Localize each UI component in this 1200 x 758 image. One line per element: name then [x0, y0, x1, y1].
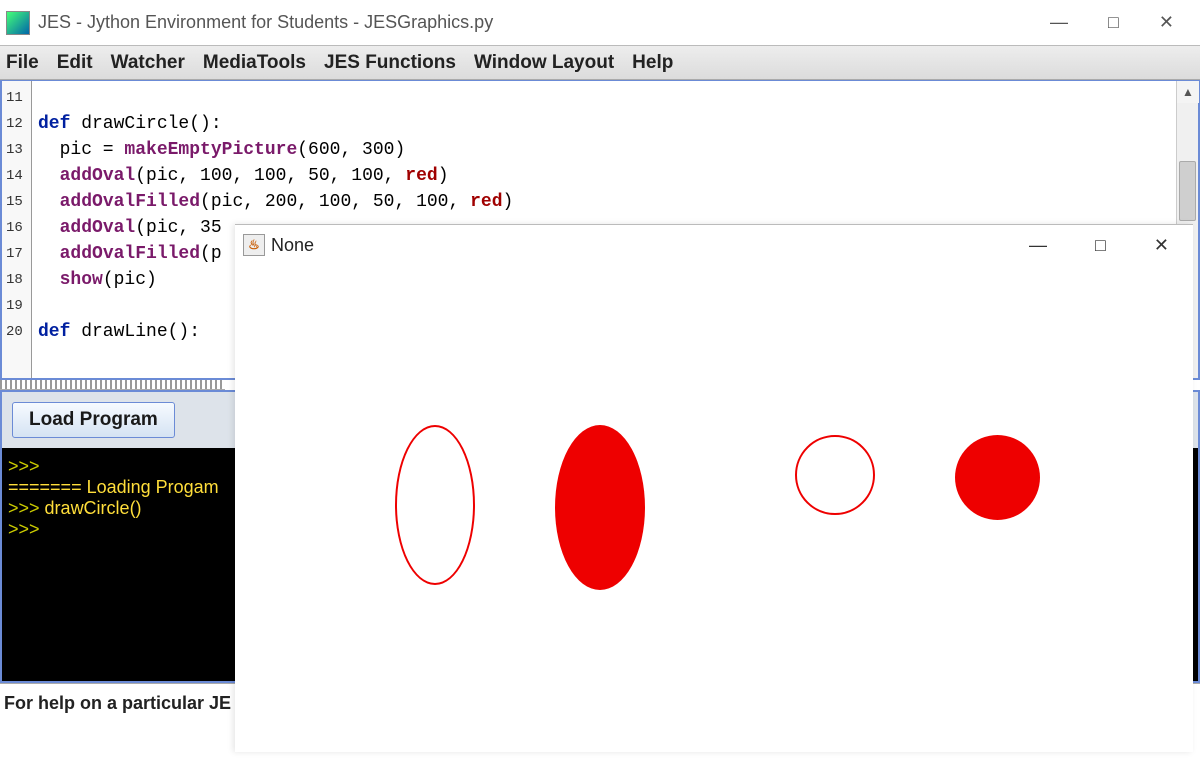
menu-jes-functions[interactable]: JES Functions	[324, 52, 456, 74]
code-line: pic = makeEmptyPicture(600, 300)	[38, 137, 1192, 163]
line-num: 16	[2, 215, 31, 241]
line-gutter: 11 12 13 14 15 16 17 18 19 20	[2, 81, 32, 378]
oval-outline-1	[395, 425, 475, 585]
java-icon: ♨	[243, 234, 265, 256]
status-text: For help on a particular JE	[4, 693, 231, 714]
oval-outline-2	[795, 435, 875, 515]
code-line	[38, 85, 1192, 111]
app-icon	[6, 11, 30, 35]
prompt: >>>	[8, 498, 45, 518]
image-window: ♨ None — □ ✕	[235, 224, 1193, 752]
window-controls: — □ ✕	[1050, 12, 1194, 33]
line-num: 15	[2, 189, 31, 215]
picture-canvas	[235, 265, 1193, 752]
menu-bar: File Edit Watcher MediaTools JES Functio…	[0, 45, 1200, 80]
popup-minimize-button[interactable]: —	[1029, 235, 1047, 256]
line-num: 11	[2, 85, 31, 111]
close-button[interactable]: ✕	[1159, 12, 1174, 33]
line-num: 20	[2, 319, 31, 345]
code-line: addOvalFilled(pic, 200, 100, 50, 100, re…	[38, 189, 1192, 215]
scroll-thumb[interactable]	[1179, 161, 1196, 221]
scroll-up-icon[interactable]: ▲	[1177, 81, 1199, 103]
line-num: 12	[2, 111, 31, 137]
popup-title: None	[271, 235, 314, 256]
menu-window-layout[interactable]: Window Layout	[474, 52, 614, 74]
line-num: 17	[2, 241, 31, 267]
code-line: addOval(pic, 100, 100, 50, 100, red)	[38, 163, 1192, 189]
line-num: 18	[2, 267, 31, 293]
popup-maximize-button[interactable]: □	[1095, 235, 1106, 256]
line-num: 13	[2, 137, 31, 163]
prompt: >>>	[8, 519, 40, 539]
oval-filled-2	[955, 435, 1040, 520]
line-num: 19	[2, 293, 31, 319]
load-program-button[interactable]: Load Program	[12, 402, 175, 438]
popup-close-button[interactable]: ✕	[1154, 235, 1169, 256]
line-num: 14	[2, 163, 31, 189]
menu-file[interactable]: File	[6, 52, 39, 74]
main-titlebar: JES - Jython Environment for Students - …	[0, 0, 1200, 45]
window-title: JES - Jython Environment for Students - …	[38, 12, 493, 33]
console-command: drawCircle()	[45, 498, 142, 518]
code-line: def drawCircle():	[38, 111, 1192, 137]
oval-filled-1	[555, 425, 645, 590]
popup-window-controls: — □ ✕	[1029, 235, 1185, 256]
prompt: >>>	[8, 456, 40, 476]
menu-mediatools[interactable]: MediaTools	[203, 52, 306, 74]
menu-watcher[interactable]: Watcher	[111, 52, 185, 74]
maximize-button[interactable]: □	[1108, 12, 1119, 33]
split-divider[interactable]	[0, 380, 225, 390]
menu-help[interactable]: Help	[632, 52, 673, 74]
console-loading: ======= Loading Progam	[8, 477, 219, 497]
minimize-button[interactable]: —	[1050, 12, 1068, 33]
menu-edit[interactable]: Edit	[57, 52, 93, 74]
popup-titlebar: ♨ None — □ ✕	[235, 225, 1193, 265]
